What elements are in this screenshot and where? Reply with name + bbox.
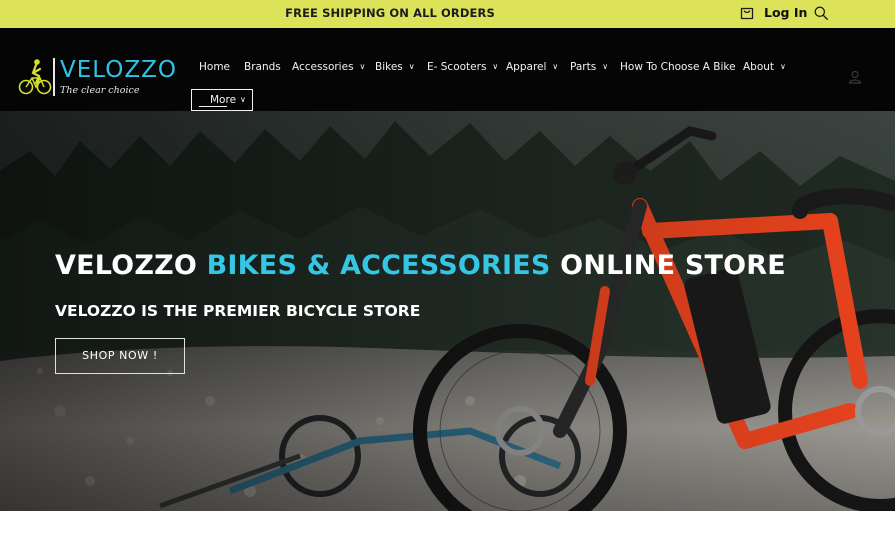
account-icon[interactable] — [847, 69, 863, 85]
chevron-down-icon: ∨ — [552, 62, 559, 71]
chevron-down-icon: ∨ — [492, 62, 499, 71]
search-icon[interactable] — [813, 5, 829, 21]
login-link[interactable]: Log In — [764, 5, 807, 21]
hero-title-accent: BIKES & ACCESSORIES — [206, 250, 551, 281]
nav-item-brands[interactable]: Brands — [244, 59, 281, 75]
hero-subtitle: VELOZZO IS THE PREMIER BICYCLE STORE — [55, 302, 421, 320]
nav-item-how-to-choose[interactable]: How To Choose A Bike — [620, 59, 736, 75]
nav-item-accessories[interactable]: Accessories ∨ — [292, 59, 365, 75]
nav-more-button[interactable]: More ∨ — [191, 89, 253, 111]
announcement-bar: FREE SHIPPING ON ALL ORDERS Log In — [0, 0, 895, 28]
announcement-text: FREE SHIPPING ON ALL ORDERS — [285, 6, 495, 20]
page-content-start — [0, 511, 895, 552]
chevron-down-icon: ∨ — [408, 62, 415, 71]
nav-item-bikes[interactable]: Bikes ∨ — [375, 59, 415, 75]
nav-item-home[interactable]: Home — [199, 59, 230, 75]
nav-item-about[interactable]: About ∨ — [743, 59, 786, 75]
shop-now-button[interactable]: SHOP NOW ! — [55, 338, 185, 374]
nav-item-apparel[interactable]: Apparel ∨ — [506, 59, 558, 75]
nav-item-parts[interactable]: Parts ∨ — [570, 59, 608, 75]
cart-icon[interactable] — [739, 5, 755, 21]
hero-title: VELOZZO BIKES & ACCESSORIES ONLINE STORE — [55, 250, 786, 281]
main-nav: Home Brands Accessories ∨ Bikes ∨ E- Scoot… — [0, 28, 895, 111]
chevron-down-icon: ∨ — [359, 62, 366, 71]
nav-item-e-scooters[interactable]: E- Scooters ∨ — [427, 59, 498, 75]
chevron-down-icon: ∨ — [780, 62, 786, 71]
chevron-down-icon: ∨ — [602, 62, 609, 71]
chevron-down-icon: ∨ — [240, 95, 246, 104]
hero-banner: VELOZZO BIKES & ACCESSORIES ONLINE STORE… — [0, 111, 895, 511]
